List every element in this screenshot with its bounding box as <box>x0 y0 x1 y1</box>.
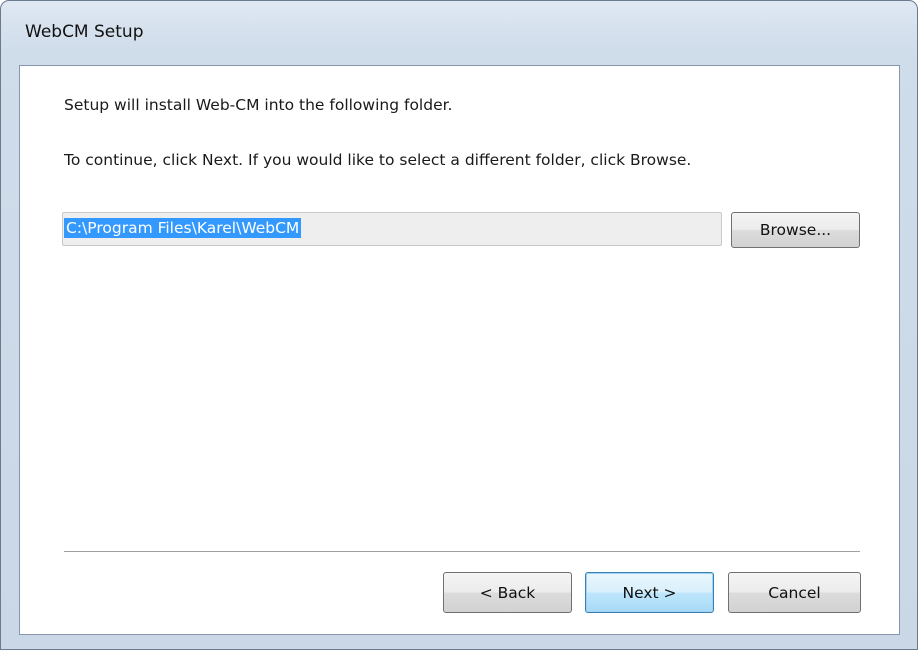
intro-text: Setup will install Web-CM into the follo… <box>64 96 453 114</box>
setup-window: WebCM Setup Setup will install Web-CM in… <box>0 0 918 650</box>
install-path-input[interactable]: C:\Program Files\Karel\WebCM <box>62 212 722 246</box>
back-button[interactable]: < Back <box>443 572 572 613</box>
footer-divider <box>64 551 860 553</box>
window-title: WebCM Setup <box>25 22 144 42</box>
next-button[interactable]: Next > <box>585 572 714 613</box>
cancel-button[interactable]: Cancel <box>728 572 861 613</box>
browse-button[interactable]: Browse... <box>731 212 860 248</box>
client-area: Setup will install Web-CM into the follo… <box>19 65 900 635</box>
install-path-selected-text: C:\Program Files\Karel\WebCM <box>64 218 302 238</box>
instruction-text: To continue, click Next. If you would li… <box>64 151 692 169</box>
